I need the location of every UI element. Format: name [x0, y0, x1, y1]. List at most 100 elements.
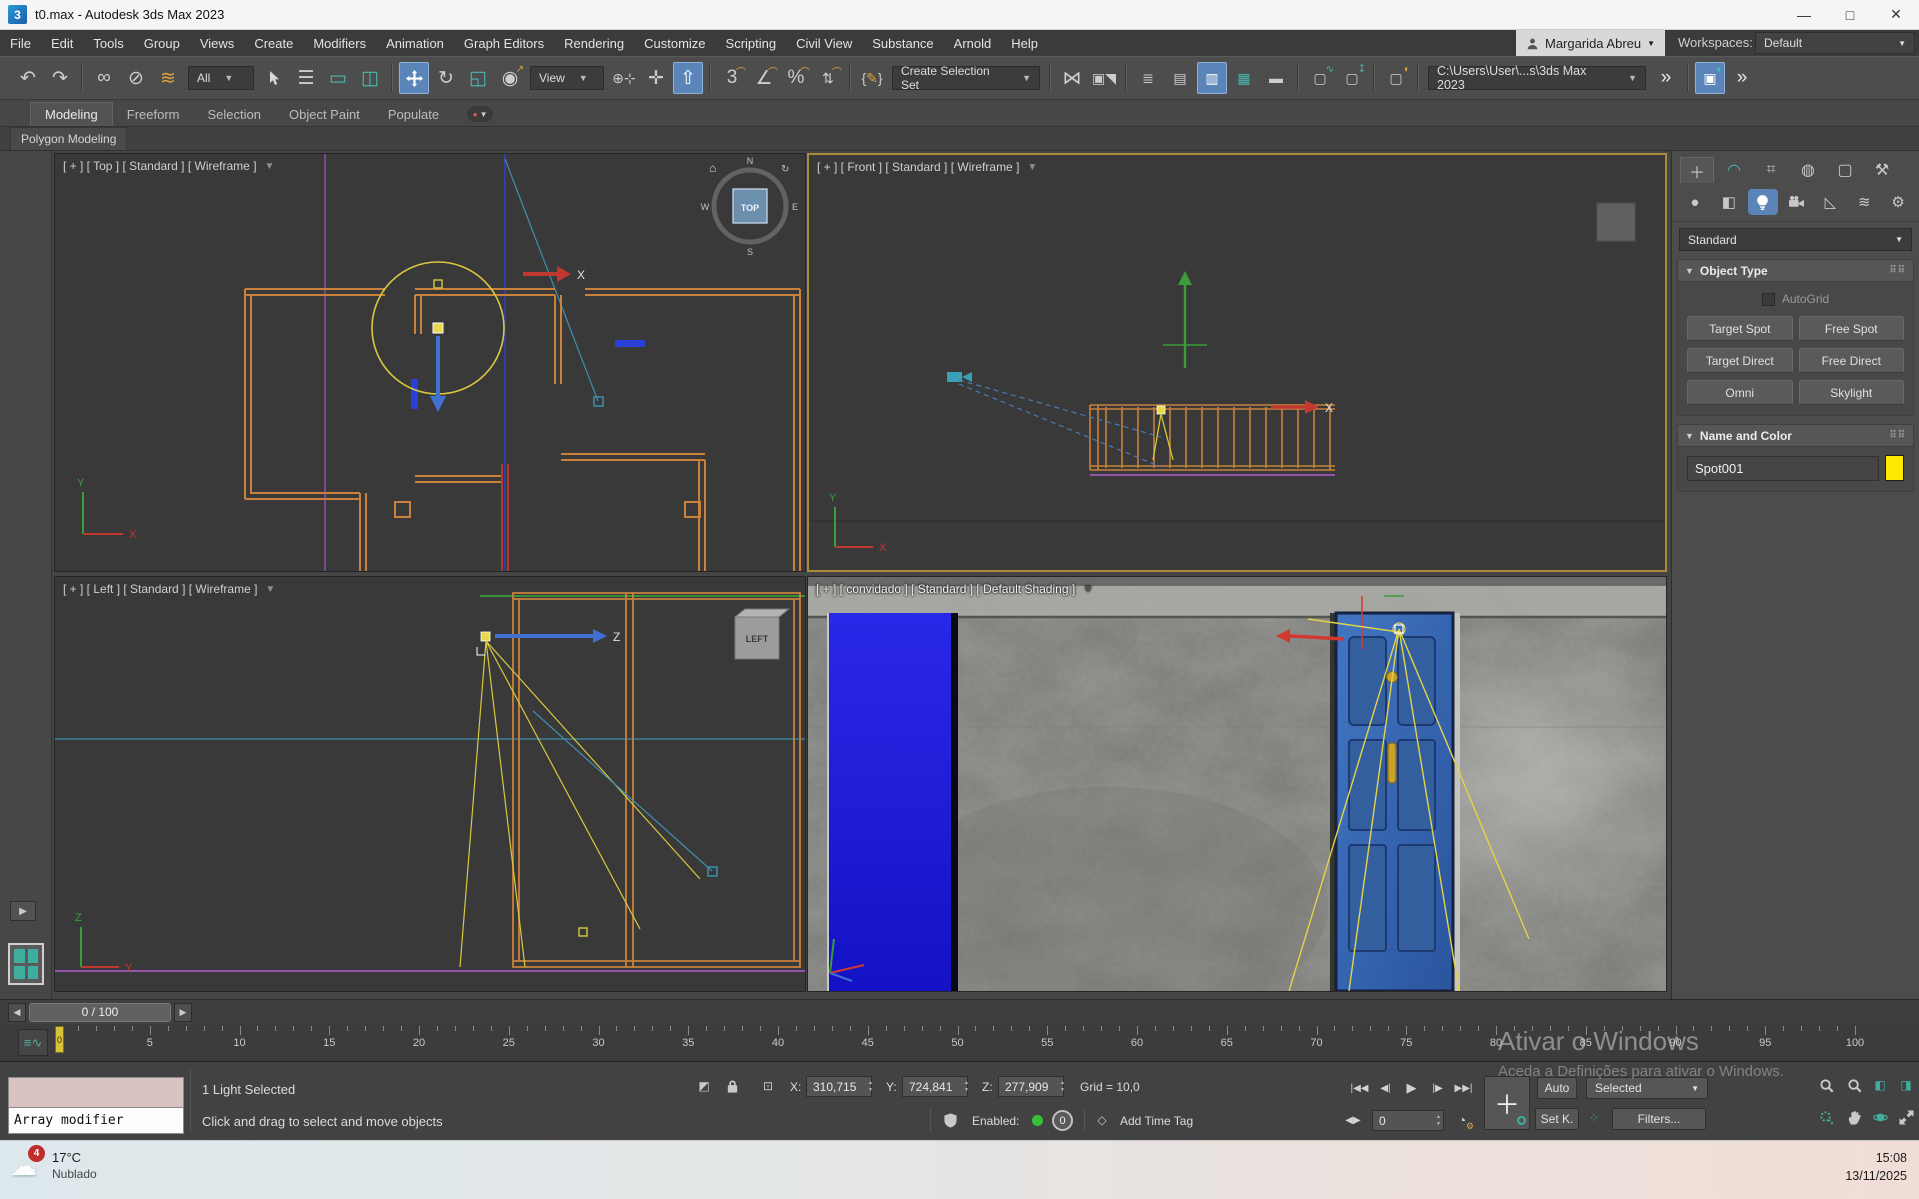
notification-count-badge[interactable]: 0 — [1052, 1110, 1073, 1131]
key-filter-dropdown[interactable]: Selected▼ — [1586, 1077, 1708, 1099]
maxscript-listener-output[interactable] — [8, 1077, 184, 1108]
omni-button[interactable]: Omni — [1687, 380, 1793, 405]
ribbon-tab-populate[interactable]: Populate — [374, 103, 453, 126]
x-coord-field[interactable] — [806, 1076, 872, 1097]
angle-snap-icon[interactable]: ∠⌒ — [749, 62, 779, 94]
object-name-field[interactable] — [1687, 456, 1879, 481]
category-helpers-icon[interactable]: ◺ — [1815, 189, 1845, 215]
align-icon[interactable]: ▣◥ — [1089, 62, 1119, 94]
viewport-camera[interactable]: [ + ] [ convidado ] [ Standard ] [ Defau… — [807, 576, 1667, 992]
spotlight-cone-left[interactable]: Z — [460, 629, 700, 967]
keyboard-shortcut-override-icon[interactable]: ⇧ — [673, 62, 703, 94]
redo-button[interactable]: ↷ — [45, 62, 75, 94]
percent-snap-icon[interactable]: %⌒ — [781, 62, 811, 94]
shield-icon[interactable] — [940, 1110, 960, 1130]
tab-motion-icon[interactable]: ◍ — [1791, 157, 1825, 183]
reference-coordinate-system-dropdown[interactable]: View▼ — [530, 66, 604, 90]
undo-button[interactable]: ↶ — [13, 62, 43, 94]
menu-group[interactable]: Group — [134, 30, 190, 56]
menu-file[interactable]: File — [0, 30, 41, 56]
free-spot-button[interactable]: Free Spot — [1799, 316, 1905, 341]
filters-button[interactable]: Filters... — [1612, 1108, 1706, 1130]
menu-civil-view[interactable]: Civil View — [786, 30, 862, 56]
select-and-rotate-icon[interactable]: ↻ — [431, 62, 461, 94]
viewcube-rotate-icon[interactable]: ↻ — [781, 164, 789, 175]
weather-widget[interactable]: ☁ 4 17°C Nublado — [10, 1149, 97, 1183]
spinner-snap-icon[interactable]: ⇅⌒ — [813, 62, 843, 94]
previous-frame-button[interactable]: ◀ — [8, 1003, 26, 1022]
menu-substance[interactable]: Substance — [862, 30, 943, 56]
tab-modify-icon[interactable]: ◠ — [1717, 157, 1751, 183]
ribbon-tab-freeform[interactable]: Freeform — [113, 103, 194, 126]
name-and-color-header[interactable]: ▼Name and Color⠿⠿ — [1678, 425, 1913, 447]
zoom-extents-icon[interactable]: ◧ — [1870, 1075, 1890, 1095]
curve-editor-icon[interactable]: ▢∿ — [1305, 62, 1335, 94]
zoom-extents-all-icon[interactable]: ◨ — [1896, 1075, 1916, 1095]
minimize-button[interactable]: — — [1781, 0, 1827, 30]
ribbon-tab-selection[interactable]: Selection — [194, 103, 275, 126]
time-configuration-icon[interactable]: ◔⚙ — [1452, 1110, 1472, 1130]
schematic-view-icon[interactable]: ▢↧ — [1337, 62, 1367, 94]
current-frame-marker[interactable]: 0 — [55, 1026, 64, 1053]
go-to-start-button[interactable]: |◀◀ — [1348, 1078, 1371, 1098]
close-button[interactable]: ✕ — [1873, 0, 1919, 30]
ribbon-tab-modeling[interactable]: Modeling — [30, 102, 113, 126]
ribbon-tab-object-paint[interactable]: Object Paint — [275, 103, 374, 126]
target-spot-button[interactable]: Target Spot — [1687, 316, 1793, 341]
expand-strip-button[interactable]: ▶ — [10, 901, 36, 921]
menu-modifiers[interactable]: Modifiers — [303, 30, 376, 56]
viewcube-home-icon[interactable]: ⌂ — [709, 161, 716, 175]
viewport-camera-label[interactable]: [ + ] [ convidado ] [ Standard ] [ Defau… — [816, 582, 1093, 596]
next-frame-button[interactable]: ▶ — [174, 1003, 192, 1022]
frame-step-icons[interactable]: ◀▶ — [1344, 1110, 1362, 1130]
previous-key-button[interactable]: ◀| — [1374, 1078, 1397, 1098]
skylight-button[interactable]: Skylight — [1799, 380, 1905, 405]
maxscript-listener-icon[interactable]: {✎} — [857, 62, 887, 94]
z-coord-field[interactable] — [998, 1076, 1064, 1097]
menu-customize[interactable]: Customize — [634, 30, 715, 56]
viewport-front-label[interactable]: [ + ] [ Front ] [ Standard ] [ Wireframe… — [817, 160, 1037, 174]
window-crossing-icon[interactable]: ◫ — [355, 62, 385, 94]
menu-edit[interactable]: Edit — [41, 30, 83, 56]
ribbon-options-icon[interactable]: ●▼ — [467, 106, 493, 122]
next-key-button[interactable]: |▶ — [1426, 1078, 1449, 1098]
filter-funnel-icon[interactable]: ▼ — [1083, 584, 1093, 595]
selection-lock-icon[interactable] — [722, 1076, 742, 1096]
category-cameras-icon[interactable] — [1782, 189, 1812, 215]
viewport-left-label[interactable]: [ + ] [ Left ] [ Standard ] [ Wireframe … — [63, 582, 275, 596]
viewport-front[interactable]: [ + ] [ Front ] [ Standard ] [ Wireframe… — [807, 153, 1667, 572]
zoom-region-icon[interactable] — [1816, 1107, 1836, 1127]
light-type-dropdown[interactable]: Standard▼ — [1679, 228, 1912, 251]
mini-curve-editor-icon[interactable]: ≡∿ — [18, 1029, 48, 1056]
select-by-name-icon[interactable]: ☰ — [291, 62, 321, 94]
array-modifier-widget[interactable] — [8, 943, 44, 985]
filter-funnel-icon[interactable]: ▼ — [1027, 162, 1037, 173]
filter-funnel-icon[interactable]: ▼ — [265, 584, 275, 595]
viewport-top-canvas[interactable]: X TOP N E S W ⌂ ↻ Y X — [55, 154, 805, 571]
layer-manager-icon[interactable]: ≣ — [1133, 62, 1163, 94]
material-editor-icon[interactable]: ▢◐ — [1381, 62, 1411, 94]
taskbar-clock[interactable]: 15:08 13/11/2025 — [1845, 1149, 1907, 1185]
maxscript-listener-input[interactable]: Array modifier — [8, 1108, 184, 1134]
set-key-button[interactable]: Set K. — [1535, 1108, 1579, 1130]
render-frame-window-icon[interactable]: ▣✦ — [1695, 62, 1725, 94]
category-spacewarps-icon[interactable]: ≋ — [1849, 189, 1879, 215]
viewcube-left[interactable]: LEFT — [735, 609, 789, 659]
menu-animation[interactable]: Animation — [376, 30, 454, 56]
toggle-layer-explorer-icon[interactable]: ▤ — [1165, 62, 1195, 94]
maximize-viewport-icon[interactable] — [1896, 1107, 1916, 1127]
select-and-place-icon[interactable]: ◉↗ — [495, 62, 525, 94]
mirror-icon[interactable]: ⋈ — [1057, 62, 1087, 94]
polygon-modeling-panel[interactable]: Polygon Modeling — [10, 127, 127, 150]
isolate-selection-icon[interactable]: ◩ — [694, 1076, 714, 1096]
select-and-move-icon[interactable] — [399, 62, 429, 94]
menu-create[interactable]: Create — [244, 30, 303, 56]
key-mode-icon[interactable]: ⁘ — [1584, 1108, 1604, 1128]
auto-key-button[interactable]: Auto — [1537, 1077, 1577, 1099]
menu-help[interactable]: Help — [1001, 30, 1048, 56]
render-overflow-icon[interactable]: » — [1727, 62, 1757, 94]
project-folder-dropdown[interactable]: C:\Users\User\...s\3ds Max 2023▼ — [1428, 66, 1646, 90]
target-direct-button[interactable]: Target Direct — [1687, 348, 1793, 373]
toggle-ribbon-icon[interactable]: ▬ — [1261, 62, 1291, 94]
user-account-menu[interactable]: Margarida Abreu ▼ — [1516, 30, 1665, 56]
